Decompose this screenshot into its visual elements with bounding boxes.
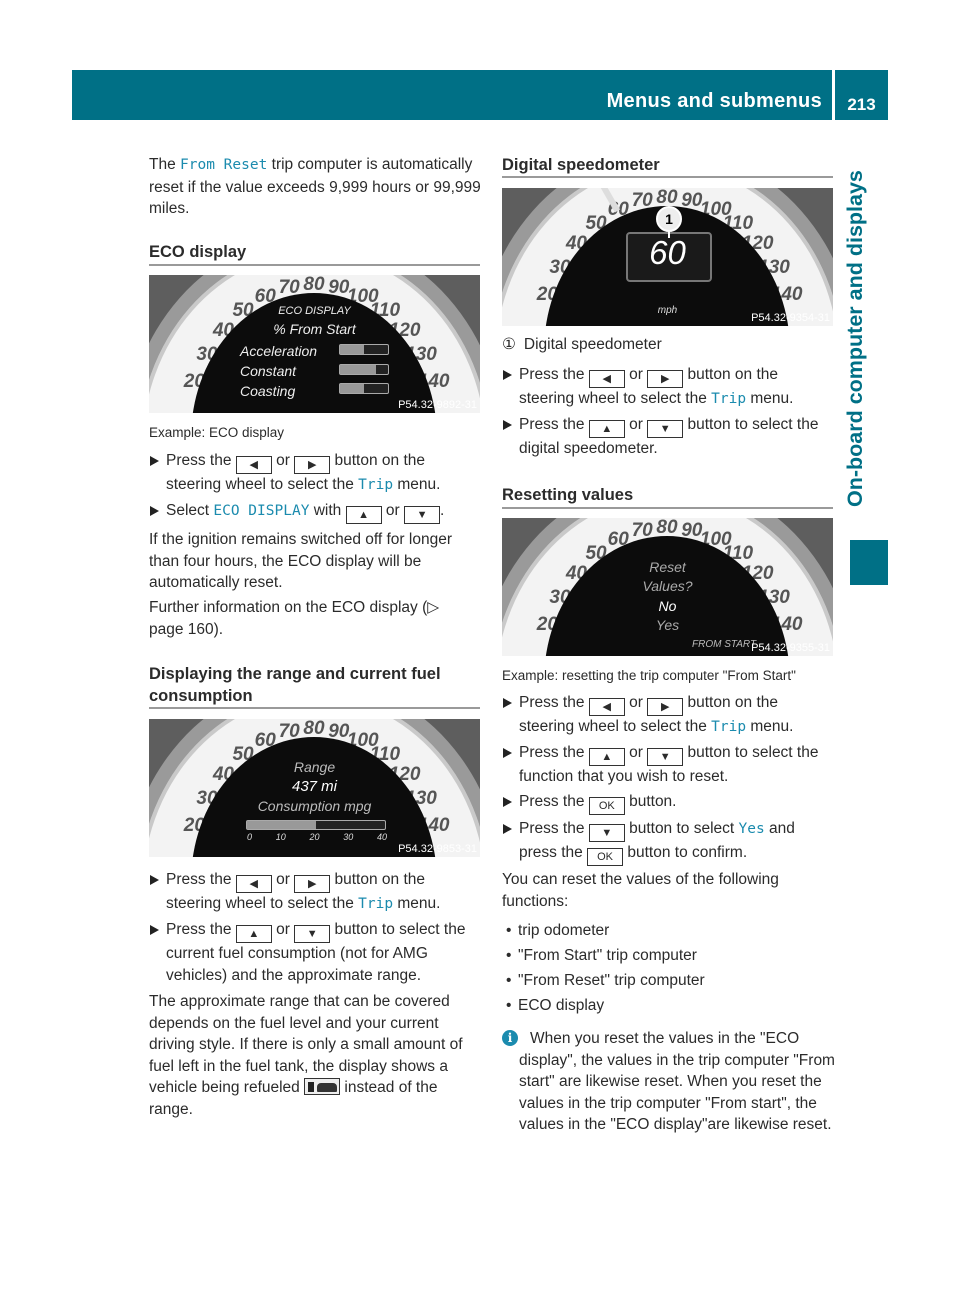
reset-steps: Press the ◀ or ▶ button on the steering … [502,692,837,866]
refuel-icon [304,1078,341,1096]
step: Press the ▼ button to select Yes and pre… [502,818,837,866]
section-title: Menus and submenus [606,90,822,112]
acceleration-bar [339,344,389,355]
step: Press the ▲ or ▼ button to select the cu… [149,919,484,988]
image-code: P54.32-9355-31 [751,642,830,654]
speedo-legend: ① Digital speedometer [502,336,662,353]
image-code: P54.32-9354-31 [751,312,830,324]
list-item: ECO display [502,993,837,1018]
info-icon: i [502,1030,518,1046]
step: Select ECO DISPLAY with ▲ or ▼. [149,500,484,524]
callout-1: 1 [656,206,682,232]
list-item: "From Reset" trip computer [502,968,837,993]
eco-reference: Further information on the ECO display (… [149,599,440,638]
step: Press the ▲ or ▼ button to select the fu… [502,742,837,789]
step: Press the ◀ or ▶ button on the steering … [149,450,484,497]
list-item: trip odometer [502,918,837,943]
reset-caption: Example: resetting the trip computer "Fr… [502,668,796,683]
divider [502,507,833,509]
eco-rows: Acceleration Constant Coasting [240,343,318,399]
step: Press the ◀ or ▶ button on the steering … [502,692,837,739]
constant-bar [339,364,389,375]
step: Press the ▲ or ▼ button to select the di… [502,414,837,461]
image-code: P54.32-9853-31 [398,843,477,855]
speed-value: 60 [649,234,686,271]
range-image: 20 30 40 50 60 70 80 90 100 110 120 130 140 Range 43… [149,719,480,857]
step: Press the OK button. [502,791,837,815]
range-paragraph: The approximate range that can be covere… [149,993,463,1118]
chapter-marker [850,540,888,585]
step: Press the ◀ or ▶ button on the steering … [149,869,484,916]
reset-heading: Resetting values [502,486,634,504]
divider [502,176,833,178]
info-note: i When you reset the values in the "ECO … [502,1028,837,1136]
speedo-steps: Press the ◀ or ▶ button on the steering … [502,364,837,460]
eco-steps: Press the ◀ or ▶ button on the steering … [149,450,484,524]
eco-caption: Example: ECO display [149,425,285,440]
coasting-bar [339,383,389,394]
image-code: P54.32-9892-31 [398,399,477,411]
reset-paragraph: You can reset the values of the followin… [502,871,779,910]
consumption-bar [246,820,386,830]
eco-title: ECO DISPLAY [278,305,351,317]
list-item: "From Start" trip computer [502,943,837,968]
divider [149,264,480,266]
divider [149,707,480,709]
eco-reset-note: If the ignition remains switched off for… [149,531,452,592]
digital-speedometer-image: 2030405060708090100110120130140 60 1 mph… [502,188,833,326]
speedo-heading: Digital speedometer [502,156,660,174]
range-steps: Press the ◀ or ▶ button on the steering … [149,869,484,988]
eco-display-image: 20 30 40 50 60 70 80 90 100 110 120 130 140 ECO DISP… [149,275,480,413]
reset-function-list: trip odometer "From Start" trip computer… [502,918,837,1018]
intro-paragraph: The From Reset trip computer is automati… [149,156,481,218]
page-number: 213 [835,70,888,120]
step: Press the ◀ or ▶ button on the steering … [502,364,837,411]
reset-values-image: 20 30 40 50 60 70 80 90 100 110 120 130 140 Reset Va… [502,518,833,656]
range-heading: Displaying the range and current fuel co… [149,665,441,705]
chapter-tab: On-board computer and displays [843,170,867,507]
eco-heading: ECO display [149,243,247,261]
eco-subtitle: % From Start [273,321,356,337]
